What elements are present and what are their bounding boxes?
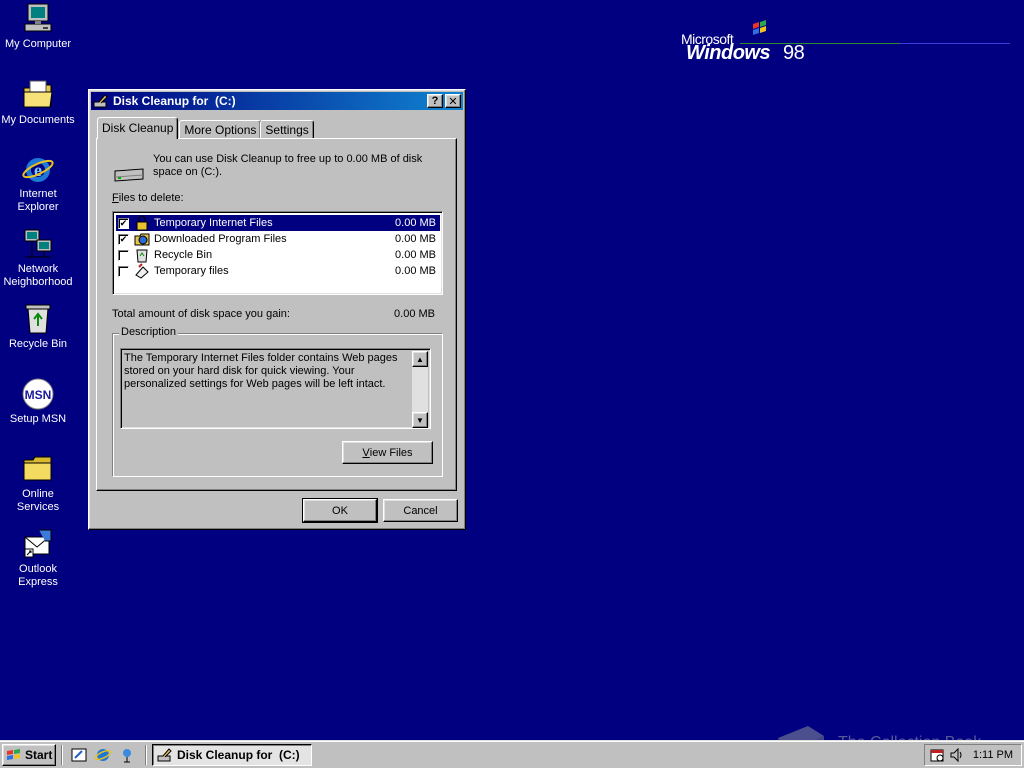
recycle-bin-icon (21, 302, 55, 336)
desktop-icon-label: My Documents (1, 114, 75, 126)
msn-icon: MSN (21, 377, 55, 411)
file-name: Temporary files (154, 265, 229, 277)
desktop-icon-label: Setup MSN (9, 413, 67, 425)
internet-explorer-icon: e (21, 152, 55, 186)
channels-icon[interactable] (118, 747, 136, 763)
svg-text:MSN: MSN (25, 388, 52, 402)
start-button[interactable]: Start (2, 744, 56, 766)
total-space-label: Total amount of disk space you gain: (112, 308, 290, 320)
file-size: 0.00 MB (395, 217, 436, 229)
taskbar-separator (61, 745, 63, 765)
file-row-recycle-bin[interactable]: Recycle Bin 0.00 MB (116, 247, 440, 263)
description-text: The Temporary Internet Files folder cont… (124, 352, 398, 390)
file-name: Downloaded Program Files (154, 233, 287, 245)
program-files-icon (134, 233, 150, 246)
description-scrollbar[interactable]: ▲ ▼ (412, 351, 428, 428)
outlook-express-icon (21, 527, 55, 561)
scheduler-icon[interactable] (929, 747, 945, 763)
ok-button[interactable]: OK (302, 498, 378, 523)
window-title: Disk Cleanup for (C:) (113, 94, 236, 108)
taskbar-button-disk-cleanup[interactable]: Disk Cleanup for (C:) (152, 744, 312, 766)
desktop-icon-setup-msn[interactable]: MSN Setup MSN (0, 377, 76, 426)
windows98-logo: Microsoft Windows 98 (680, 18, 1020, 68)
my-computer-icon (21, 2, 55, 36)
windows-flag-icon (753, 20, 766, 35)
file-size: 0.00 MB (395, 265, 436, 277)
files-to-delete-label: Files to delete: (112, 192, 184, 204)
desktop-icon-label: Recycle Bin (8, 338, 68, 350)
windows-flag-icon (7, 749, 20, 760)
description-textbox[interactable]: The Temporary Internet Files folder cont… (120, 348, 431, 429)
volume-icon[interactable] (949, 747, 965, 763)
show-desktop-icon[interactable] (70, 747, 88, 763)
help-button[interactable]: ? (427, 94, 443, 108)
desktop-icon-outlook-express[interactable]: Outlook Express (0, 527, 76, 589)
lock-icon (136, 215, 148, 231)
tab-more-options[interactable]: More Options (179, 120, 262, 139)
file-size: 0.00 MB (395, 249, 436, 261)
description-legend: Description (119, 326, 179, 338)
file-row-temporary-internet-files[interactable]: ✔ Temporary Internet Files 0.00 MB (116, 215, 440, 231)
internet-explorer-icon[interactable] (94, 747, 112, 763)
disk-cleanup-window: Disk Cleanup for (C:) ? ✕ Disk Cleanup M… (88, 89, 466, 530)
scroll-down-button[interactable]: ▼ (412, 412, 428, 428)
checkbox-temporary-files[interactable] (118, 265, 129, 277)
checkbox-downloaded-program-files[interactable]: ✔ (118, 233, 129, 245)
clock[interactable]: 1:11 PM (973, 749, 1013, 761)
desktop-icon-label: Outlook Express (18, 563, 58, 588)
files-label-text: iles to delete: (118, 192, 184, 204)
title-bar[interactable]: Disk Cleanup for (C:) ? ✕ (91, 92, 463, 110)
cancel-button[interactable]: Cancel (383, 499, 458, 522)
disk-cleanup-panel: You can use Disk Cleanup to free up to 0… (96, 138, 457, 491)
view-files-button[interactable]: View Files (342, 441, 433, 464)
desktop-icon-network-neighborhood[interactable]: Network Neighborhood (0, 227, 76, 289)
file-name: Temporary Internet Files (154, 217, 273, 229)
checkbox-temporary-internet-files[interactable]: ✔ (118, 217, 129, 229)
file-name: Recycle Bin (154, 249, 213, 261)
checkbox-recycle-bin[interactable] (118, 249, 129, 261)
file-size: 0.00 MB (395, 233, 436, 245)
start-label: Start (25, 748, 53, 762)
desktop-icon-label: My Computer (4, 38, 72, 50)
disk-cleanup-icon (93, 94, 108, 108)
taskbar-button-label: Disk Cleanup for (C:) (177, 748, 300, 762)
close-button[interactable]: ✕ (445, 94, 461, 108)
file-row-temporary-files[interactable]: Temporary files 0.00 MB (116, 263, 440, 279)
desktop-icon-label: Network Neighborhood (3, 263, 73, 288)
files-label-accesskey: F (112, 192, 119, 204)
description-groupbox: Description The Temporary Internet Files… (112, 326, 443, 477)
taskbar: Start Disk Cleanup for (C:) 1:11 PM (0, 740, 1024, 768)
network-neighborhood-icon (21, 227, 55, 261)
disk-cleanup-icon (157, 748, 172, 762)
view-files-text: iew Files (369, 446, 413, 459)
desktop-icon-recycle-bin[interactable]: Recycle Bin (0, 302, 76, 351)
tab-strip: Disk Cleanup More Options Settings (97, 117, 314, 139)
logo-windows: Windows (686, 42, 771, 64)
file-row-downloaded-program-files[interactable]: ✔ Downloaded Program Files 0.00 MB (116, 231, 440, 247)
desktop-icon-my-computer[interactable]: My Computer (0, 2, 76, 51)
view-files-accesskey: V (362, 446, 370, 459)
my-documents-icon (21, 78, 55, 112)
taskbar-separator (145, 745, 147, 765)
scroll-up-button[interactable]: ▲ (412, 351, 428, 367)
recycle-bin-icon (136, 249, 148, 263)
files-to-delete-list[interactable]: ✔ Temporary Internet Files 0.00 MB ✔ Dow… (112, 211, 443, 295)
folder-icon (21, 452, 55, 486)
desktop-icon-label: Internet Explorer (17, 188, 59, 213)
desktop-icon-my-documents[interactable]: My Documents (0, 78, 76, 127)
temp-files-icon (135, 263, 149, 279)
tab-settings[interactable]: Settings (260, 120, 314, 139)
system-tray: 1:11 PM (924, 744, 1022, 766)
desktop-icon-internet-explorer[interactable]: e Internet Explorer (0, 152, 76, 214)
tab-disk-cleanup[interactable]: Disk Cleanup (97, 117, 179, 139)
intro-text: You can use Disk Cleanup to free up to 0… (153, 153, 423, 178)
logo-version: 98 (783, 42, 805, 64)
hard-drive-icon (114, 168, 144, 182)
desktop-icon-label: Online Services (16, 488, 60, 513)
total-space-value: 0.00 MB (394, 308, 435, 320)
desktop-icon-online-services[interactable]: Online Services (0, 452, 76, 514)
